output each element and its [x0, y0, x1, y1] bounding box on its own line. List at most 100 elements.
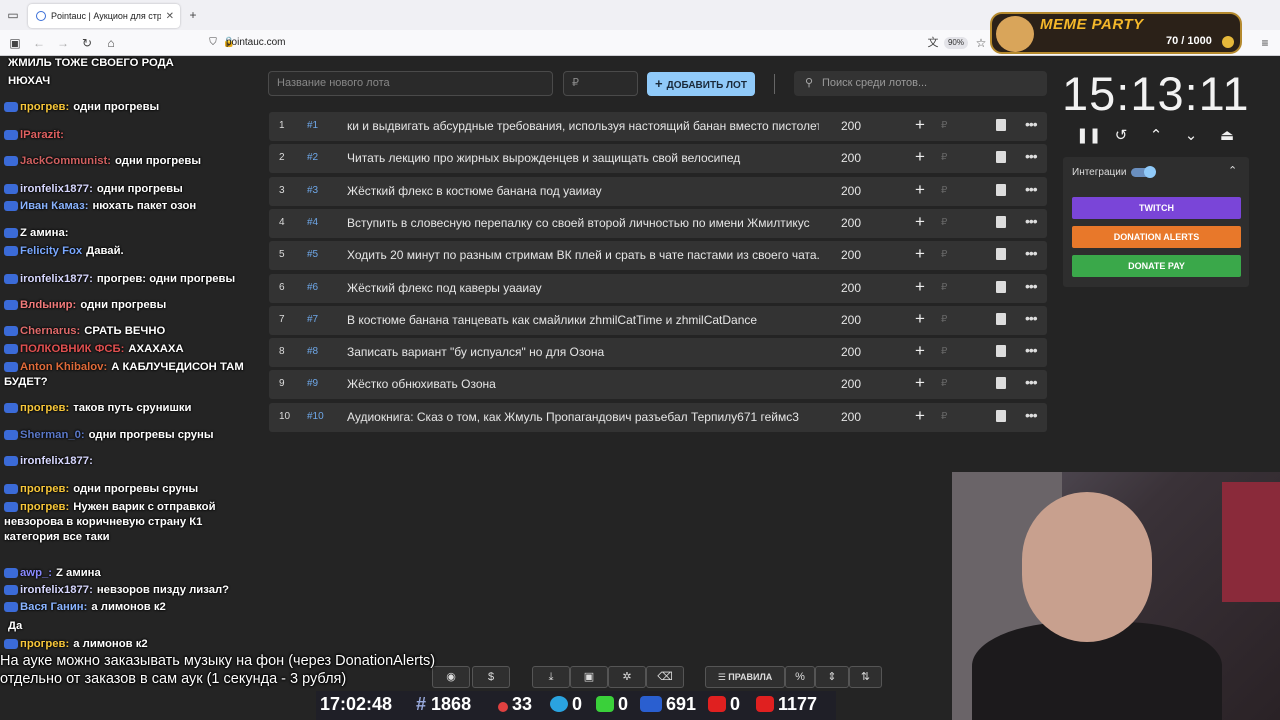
add-amount-icon[interactable]: +	[915, 244, 925, 264]
chat-nick[interactable]: ironfelix1877:	[20, 183, 93, 195]
more-options-icon[interactable]: •••	[1025, 374, 1038, 390]
lot-name[interactable]: Вступить в словесную перепалку со своей …	[347, 216, 819, 230]
lot-price[interactable]: 200	[841, 410, 861, 424]
integrations-toggle-knob[interactable]	[1144, 166, 1156, 178]
lot-name[interactable]: Жёстко обнюхивать Озона	[347, 377, 819, 391]
lot-row[interactable]: 1 #1 ки и выдвигать абсурдные требования, …	[269, 112, 1047, 141]
chat-nick[interactable]: прогрев:	[20, 638, 69, 650]
lot-row[interactable]: 2 #2 Читать лекцию про жирных вырожденцев …	[269, 144, 1047, 174]
amount-input[interactable]: ₽	[941, 282, 947, 293]
chat-nick[interactable]: прогрев:	[20, 483, 69, 495]
lot-name[interactable]: Жёсткий флекс под каверы уааиау	[347, 281, 819, 295]
chat-nick[interactable]: awp_:	[20, 567, 52, 579]
amount-input[interactable]: ₽	[941, 314, 947, 325]
dollar-icon[interactable]: $	[472, 666, 510, 688]
bookmark-star-icon[interactable]: ☆	[972, 34, 990, 52]
sidebar-toggle-icon[interactable]: ▣	[6, 34, 24, 52]
add-amount-icon[interactable]: +	[915, 115, 925, 135]
amount-input[interactable]: ₽	[941, 411, 947, 422]
add-amount-icon[interactable]: +	[915, 212, 925, 232]
percent-button[interactable]: %	[785, 666, 815, 688]
chat-nick[interactable]: прогрев:	[20, 402, 69, 414]
chat-nick[interactable]: Вася Ганин:	[20, 601, 87, 613]
amount-input[interactable]: ₽	[941, 152, 947, 163]
delete-icon[interactable]	[996, 215, 1006, 228]
lot-price-input[interactable]: ₽	[563, 71, 638, 96]
lot-price[interactable]: 200	[841, 377, 861, 391]
lot-search-input[interactable]: Поиск среди лотов...	[794, 71, 1047, 96]
chat-nick[interactable]: JackCommunist:	[20, 155, 111, 167]
delete-icon[interactable]	[996, 119, 1006, 131]
more-options-icon[interactable]: •••	[1025, 213, 1038, 229]
lot-price[interactable]: 200	[841, 119, 861, 133]
add-amount-icon[interactable]: +	[915, 406, 925, 426]
donation-alerts-button[interactable]: DONATION ALERTS	[1072, 226, 1241, 248]
lot-row[interactable]: 6 #6 Жёсткий флекс под каверы уааиау 200 + ₽ •…	[269, 273, 1047, 303]
chat-nick[interactable]: ironfelix1877:	[20, 273, 93, 285]
lot-price[interactable]: 200	[841, 281, 861, 295]
chat-nick[interactable]: lParazit:	[20, 129, 64, 141]
lot-price[interactable]: 200	[841, 248, 861, 262]
chat-nick[interactable]: ironfelix1877:	[20, 455, 93, 467]
home-icon[interactable]: ⌂	[102, 34, 120, 52]
more-options-icon[interactable]: •••	[1025, 278, 1038, 294]
browser-tab[interactable]: Pointauc | Аукцион для стримера ✕	[28, 4, 180, 28]
lot-row[interactable]: 10 #10 Аудиокнига: Сказ о том, как Жмуль П…	[269, 402, 1047, 432]
save-icon[interactable]: ▣	[570, 666, 608, 688]
pause-icon[interactable]: ❚❚	[1076, 126, 1101, 146]
amount-input[interactable]: ₽	[941, 249, 947, 260]
chat-nick[interactable]: прогрев:	[20, 101, 69, 113]
lot-price[interactable]: 200	[841, 184, 861, 198]
eject-icon[interactable]: ⏏	[1217, 126, 1237, 146]
chat-nick[interactable]: Иван Камаз:	[20, 200, 88, 212]
lot-row[interactable]: 9 #9 Жёстко обнюхивать Озона 200 + ₽ •••	[269, 370, 1047, 400]
add-lot-button[interactable]: + ДОБАВИТЬ ЛОТ	[647, 72, 755, 96]
add-amount-icon[interactable]: +	[915, 341, 925, 361]
chat-nick[interactable]: ПОЛКОВНИК ФСБ:	[20, 343, 124, 355]
lot-name[interactable]: Жёсткий флекс в костюме банана под уаииа…	[347, 184, 819, 198]
lot-row[interactable]: 8 #8 Записать вариант "бу испуался" но для…	[269, 338, 1047, 368]
lot-row[interactable]: 7 #7 В костюме банана танцевать как смайли…	[269, 305, 1047, 335]
merge-icon[interactable]: ⇕	[815, 666, 849, 688]
lot-price[interactable]: 200	[841, 216, 861, 230]
amount-input[interactable]: ₽	[941, 378, 947, 389]
download-icon[interactable]: ⤓	[532, 666, 570, 688]
delete-icon[interactable]	[996, 345, 1006, 358]
chevron-down-icon[interactable]: ⌄	[1181, 126, 1201, 146]
back-icon[interactable]: ←	[30, 34, 48, 52]
sort-icon[interactable]: ⇅	[849, 666, 882, 688]
more-options-icon[interactable]: •••	[1025, 148, 1038, 164]
github-icon[interactable]: ◉	[432, 666, 470, 688]
lot-name[interactable]: Аудиокнига: Сказ о том, как Жмуль Пропаг…	[347, 410, 819, 424]
delete-icon[interactable]	[996, 183, 1006, 196]
more-options-icon[interactable]: •••	[1025, 407, 1038, 423]
amount-input[interactable]: ₽	[941, 217, 947, 228]
lot-price[interactable]: 200	[841, 345, 861, 359]
delete-icon[interactable]	[996, 248, 1006, 261]
lot-price[interactable]: 200	[841, 313, 861, 327]
twitch-button[interactable]: TWITCH	[1072, 197, 1241, 219]
settings-icon[interactable]: ✲	[608, 666, 646, 688]
chat-nick[interactable]: ironfelix1877:	[20, 584, 93, 596]
lot-name-input[interactable]: Название нового лота	[268, 71, 553, 96]
lot-row[interactable]: 5 #5 Ходить 20 минут по разным стримам ВК …	[269, 241, 1047, 271]
add-amount-icon[interactable]: +	[915, 147, 925, 167]
chat-nick[interactable]: Felicity Fox	[20, 245, 82, 257]
zoom-level[interactable]: 90%	[944, 37, 968, 49]
amount-input[interactable]: ₽	[941, 120, 947, 131]
add-amount-icon[interactable]: +	[915, 180, 925, 200]
add-amount-icon[interactable]: +	[915, 373, 925, 393]
chat-nick[interactable]: прогрев:	[20, 501, 69, 513]
lot-name[interactable]: Читать лекцию про жирных вырожденцев и з…	[347, 151, 819, 165]
reset-icon[interactable]: ↺	[1111, 126, 1131, 146]
rules-button[interactable]: ☰ ПРАВИЛА	[705, 666, 785, 688]
chevron-up-icon[interactable]: ⌃	[1228, 164, 1237, 177]
donate-pay-button[interactable]: DONATE PAY	[1072, 255, 1241, 277]
clear-list-icon[interactable]: ⌫	[646, 666, 684, 688]
more-options-icon[interactable]: •••	[1025, 342, 1038, 358]
lot-row[interactable]: 3 #3 Жёсткий флекс в костюме банана под уа…	[269, 176, 1047, 206]
delete-icon[interactable]	[996, 377, 1006, 390]
more-options-icon[interactable]: •••	[1025, 245, 1038, 261]
translate-icon[interactable]: 文	[924, 34, 942, 52]
chat-nick[interactable]: Влdынир:	[20, 299, 76, 311]
